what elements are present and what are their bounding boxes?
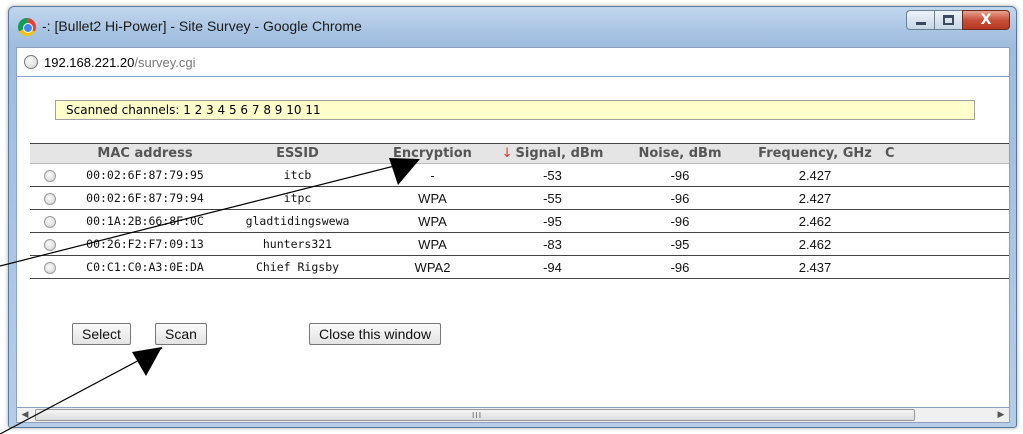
truncated-cell	[885, 163, 1009, 187]
row-radio-cell[interactable]	[30, 163, 70, 187]
minimize-button[interactable]	[906, 10, 934, 30]
minimize-icon	[916, 22, 926, 25]
noise-cell: -95	[615, 232, 745, 256]
table-row[interactable]: 00:26:F2:F7:09:13 hunters321 WPA -83 -95…	[30, 232, 1009, 256]
encryption-cell: WPA	[375, 209, 490, 233]
frequency-cell: 2.427	[745, 186, 885, 210]
header-essid[interactable]: ESSID	[220, 143, 375, 164]
essid-cell: gladtidingswewa	[220, 209, 375, 233]
essid-cell: itpc	[220, 186, 375, 210]
maximize-icon	[943, 15, 954, 25]
essid-cell: itcb	[220, 163, 375, 187]
radio-button[interactable]	[44, 238, 56, 251]
page-content: Scanned channels: 1 2 3 4 5 6 7 8 9 10 1…	[16, 77, 1010, 407]
window-title: -: [Bullet2 Hi-Power] - Site Survey - Go…	[42, 18, 362, 34]
mac-cell: 00:1A:2B:66:8F:0C	[70, 209, 220, 233]
frequency-cell: 2.462	[745, 232, 885, 256]
encryption-cell: WPA	[375, 232, 490, 256]
header-signal[interactable]: ↓ Signal, dBm	[490, 143, 615, 164]
encryption-cell: WPA	[375, 186, 490, 210]
scroll-left-icon[interactable]: ◀	[17, 408, 33, 422]
signal-cell: -83	[490, 232, 615, 256]
scroll-thumb[interactable]: III	[35, 409, 915, 421]
truncated-cell	[885, 186, 1009, 210]
scanned-channels: Scanned channels: 1 2 3 4 5 6 7 8 9 10 1…	[55, 100, 975, 120]
radio-button[interactable]	[44, 261, 56, 274]
row-radio-cell[interactable]	[30, 186, 70, 210]
survey-table: MAC address ESSID Encryption ↓ Signal, dB…	[30, 143, 1009, 279]
close-window-button[interactable]: X	[962, 10, 1010, 30]
title-bar[interactable]: -: [Bullet2 Hi-Power] - Site Survey - Go…	[9, 7, 1016, 47]
url-path: /survey.cgi	[134, 55, 196, 70]
row-radio-cell[interactable]	[30, 232, 70, 256]
header-truncated[interactable]: C	[885, 143, 1009, 164]
encryption-cell: -	[375, 163, 490, 187]
mac-cell: 00:26:F2:F7:09:13	[70, 232, 220, 256]
horizontal-scrollbar[interactable]: ◀ III ▶	[16, 407, 1010, 423]
scan-button[interactable]: Scan	[155, 323, 207, 345]
maximize-button[interactable]	[934, 10, 962, 30]
page-icon	[24, 55, 38, 69]
noise-cell: -96	[615, 209, 745, 233]
frequency-cell: 2.437	[745, 255, 885, 279]
noise-cell: -96	[615, 186, 745, 210]
address-bar[interactable]: 192.168.221.20/survey.cgi	[16, 47, 1010, 77]
truncated-cell	[885, 232, 1009, 256]
table-row[interactable]: 00:02:6F:87:79:95 itcb - -53 -96 2.427	[30, 163, 1009, 187]
select-button[interactable]: Select	[72, 323, 131, 345]
sort-arrow-icon: ↓	[501, 146, 513, 161]
close-window-page-button[interactable]: Close this window	[309, 323, 442, 345]
noise-cell: -96	[615, 255, 745, 279]
row-radio-cell[interactable]	[30, 209, 70, 233]
row-radio-cell[interactable]	[30, 255, 70, 279]
frequency-cell: 2.427	[745, 163, 885, 187]
close-icon: X	[980, 12, 992, 28]
radio-button[interactable]	[44, 192, 56, 205]
header-mac[interactable]: MAC address	[70, 143, 220, 164]
url: 192.168.221.20/survey.cgi	[44, 55, 196, 70]
chrome-icon	[18, 18, 36, 36]
essid-cell: Chief Rigsby	[220, 255, 375, 279]
table-row[interactable]: 00:1A:2B:66:8F:0C gladtidingswewa WPA -9…	[30, 209, 1009, 233]
header-noise[interactable]: Noise, dBm	[615, 143, 745, 164]
signal-cell: -53	[490, 163, 615, 187]
table-row[interactable]: 00:02:6F:87:79:94 itpc WPA -55 -96 2.427	[30, 186, 1009, 210]
header-encryption[interactable]: Encryption	[375, 143, 490, 164]
table-header-row: MAC address ESSID Encryption ↓ Signal, dB…	[30, 143, 1009, 164]
truncated-cell	[885, 209, 1009, 233]
header-frequency[interactable]: Frequency, GHz	[745, 143, 885, 164]
mac-cell: 00:02:6F:87:79:95	[70, 163, 220, 187]
encryption-cell: WPA2	[375, 255, 490, 279]
radio-button[interactable]	[44, 215, 56, 228]
header-signal-label: Signal, dBm	[515, 146, 604, 161]
scroll-grip-icon: III	[472, 411, 483, 420]
signal-cell: -55	[490, 186, 615, 210]
url-host: 192.168.221.20	[44, 55, 135, 70]
browser-window: -: [Bullet2 Hi-Power] - Site Survey - Go…	[8, 6, 1017, 428]
header-select	[30, 143, 70, 164]
essid-cell: hunters321	[220, 232, 375, 256]
scroll-right-icon[interactable]: ▶	[993, 408, 1009, 422]
window-controls: X	[906, 10, 1010, 30]
mac-cell: C0:C1:C0:A3:0E:DA	[70, 255, 220, 279]
radio-button[interactable]	[44, 169, 56, 182]
mac-cell: 00:02:6F:87:79:94	[70, 186, 220, 210]
signal-cell: -95	[490, 209, 615, 233]
signal-cell: -94	[490, 255, 615, 279]
noise-cell: -96	[615, 163, 745, 187]
truncated-cell	[885, 255, 1009, 279]
frequency-cell: 2.462	[745, 209, 885, 233]
table-row[interactable]: C0:C1:C0:A3:0E:DA Chief Rigsby WPA2 -94 …	[30, 255, 1009, 279]
